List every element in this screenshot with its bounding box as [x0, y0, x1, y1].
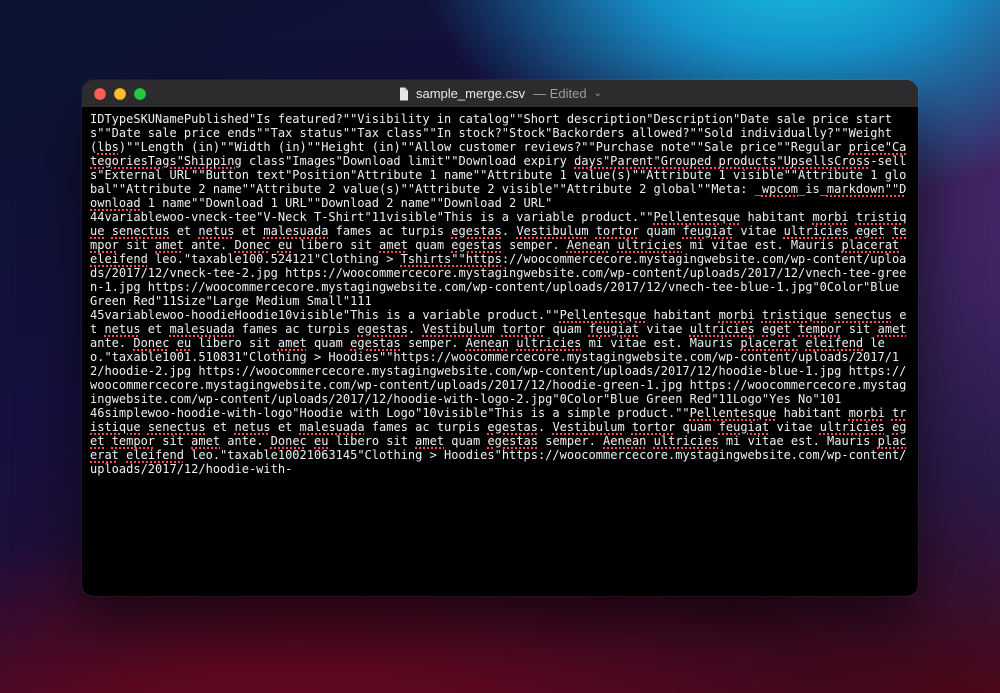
window-controls	[82, 88, 146, 100]
window-titlebar[interactable]: sample_merge.csv — Edited ⌄	[82, 80, 918, 108]
text-editor-window: sample_merge.csv — Edited ⌄ IDTypeSKUNam…	[82, 80, 918, 596]
title-group: sample_merge.csv — Edited ⌄	[82, 86, 918, 101]
zoom-icon[interactable]	[134, 88, 146, 100]
chevron-down-icon[interactable]: ⌄	[594, 88, 602, 99]
document-icon	[398, 87, 410, 101]
document-status: — Edited	[533, 86, 587, 101]
document-filename: sample_merge.csv	[416, 86, 525, 101]
minimize-icon[interactable]	[114, 88, 126, 100]
close-icon[interactable]	[94, 88, 106, 100]
editor-content[interactable]: IDTypeSKUNamePublished"Is featured?""Vis…	[82, 108, 918, 596]
